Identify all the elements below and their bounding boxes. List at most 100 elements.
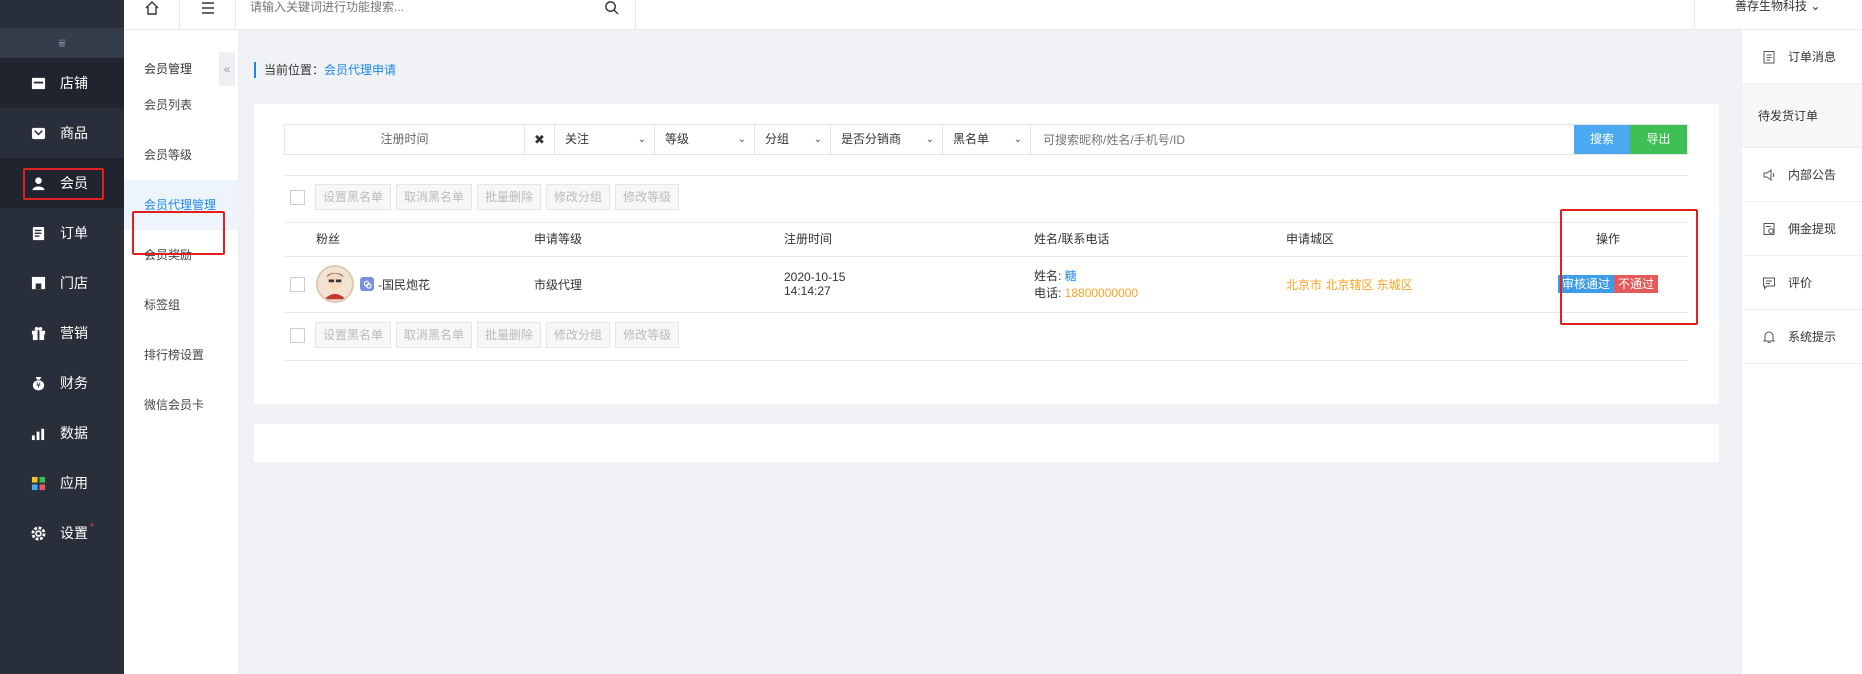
breadcrumb-current[interactable]: 会员代理申请	[324, 63, 396, 77]
wallet-icon	[1762, 222, 1776, 236]
keyword-search-input[interactable]	[1031, 125, 1574, 154]
change-group-button[interactable]: 修改分组	[546, 322, 611, 348]
goods-icon	[30, 125, 46, 141]
set-blacklist-button[interactable]: 设置黑名单	[315, 184, 392, 210]
submenu-fold-icon[interactable]: «	[219, 52, 235, 86]
cancel-blacklist-button[interactable]: 取消黑名单	[396, 184, 473, 210]
batch-delete-button[interactable]: 批量删除	[477, 184, 542, 210]
shop-icon	[30, 75, 46, 91]
hamburger-icon	[201, 2, 214, 14]
list-collapse-icon[interactable]: ⩸	[0, 28, 124, 58]
sidebar-item-store[interactable]: 门店	[0, 258, 124, 308]
member-submenu: 会员管理 « 会员列表 会员等级 会员代理管理 会员奖励 标签组 排行榜设置 微…	[124, 30, 239, 674]
distributor-select[interactable]: 是否分销商 ⌄	[831, 125, 943, 154]
bell-icon	[1762, 330, 1776, 344]
search-button[interactable]: 搜索	[1574, 125, 1630, 154]
change-level-button[interactable]: 修改等级	[615, 184, 680, 210]
gear-icon	[30, 525, 46, 541]
rp-order-messages[interactable]: 订单消息	[1742, 30, 1862, 84]
chart-icon	[30, 425, 46, 441]
chevron-down-icon: ⌄	[925, 134, 934, 145]
fan-cell: -国民炮花	[284, 265, 534, 303]
sidebar-item-shop[interactable]: 店铺	[0, 58, 124, 108]
breadcrumb: 当前位置：会员代理申请	[254, 62, 396, 78]
search-icon[interactable]	[604, 0, 619, 18]
batch-delete-button[interactable]: 批量删除	[477, 322, 542, 348]
row-checkbox[interactable]	[290, 276, 305, 292]
set-blacklist-button[interactable]: 设置黑名单	[315, 322, 392, 348]
follow-select-value: 关注	[565, 132, 590, 146]
sidebar-item-marketing[interactable]: 营销	[0, 308, 124, 358]
chevron-down-icon: ⌄	[1013, 134, 1022, 145]
group-select[interactable]: 分组 ⌄	[755, 125, 831, 154]
function-search-input[interactable]	[250, 0, 590, 14]
table-header: 粉丝 申请等级 注册时间 姓名/联系电话 申请城区 操作	[284, 222, 1688, 256]
chevron-down-icon: ⌄	[637, 134, 646, 145]
cancel-blacklist-button[interactable]: 取消黑名单	[396, 322, 473, 348]
phone-label: 电话:	[1034, 286, 1065, 300]
rp-label: 评价	[1788, 276, 1813, 290]
submenu-item-member-level[interactable]: 会员等级	[124, 130, 238, 180]
level-cell: 市级代理	[534, 277, 583, 292]
gift-icon	[30, 325, 46, 341]
export-button[interactable]: 导出	[1630, 125, 1687, 154]
sidebar-item-label: 数据	[60, 425, 88, 441]
rp-review[interactable]: 评价	[1742, 256, 1862, 310]
level-select-value: 等级	[665, 132, 690, 146]
follow-select[interactable]: 关注 ⌄	[555, 125, 655, 154]
clear-date-icon[interactable]: ✖	[525, 125, 555, 154]
register-date-picker[interactable]: 注册时间	[285, 125, 525, 154]
sidebar-item-settings[interactable]: 设置 *	[0, 508, 124, 558]
submenu-item-tag-group[interactable]: 标签组	[124, 280, 238, 330]
sidebar-item-label: 财务	[60, 375, 88, 391]
change-level-button[interactable]: 修改等级	[615, 322, 680, 348]
group-select-value: 分组	[765, 132, 790, 146]
sidebar-item-label: 营销	[60, 325, 88, 341]
rp-system-alerts[interactable]: 系统提示	[1742, 310, 1862, 364]
change-group-button[interactable]: 修改分组	[546, 184, 611, 210]
select-all-checkbox-bottom[interactable]	[290, 327, 305, 343]
menu-toggle-button[interactable]	[180, 0, 236, 30]
svg-text:¥: ¥	[36, 381, 41, 390]
blacklist-select[interactable]: 黑名单 ⌄	[943, 125, 1031, 154]
avatar[interactable]	[316, 265, 354, 303]
highlight-box-operation	[1560, 209, 1698, 325]
select-all-checkbox[interactable]	[290, 189, 305, 205]
name-phone-cell: 姓名: 糖 电话: 18800000000	[1034, 267, 1286, 301]
money-bag-icon: ¥	[30, 375, 46, 391]
breadcrumb-prefix: 当前位置：	[264, 63, 325, 77]
sidebar-item-goods[interactable]: 商品	[0, 108, 124, 158]
home-button[interactable]	[124, 0, 180, 30]
company-dropdown[interactable]: 善存生物科技 ⌄	[1694, 0, 1862, 30]
member-name[interactable]: 糖	[1065, 269, 1077, 283]
rp-internal-notice[interactable]: 内部公告	[1742, 148, 1862, 202]
rp-label: 订单消息	[1788, 50, 1837, 64]
member-phone: 18800000000	[1064, 286, 1139, 300]
name-label: 姓名:	[1034, 269, 1065, 283]
sidebar-item-finance[interactable]: ¥ 财务	[0, 358, 124, 408]
sidebar-item-label: 应用	[60, 475, 88, 491]
rp-pending-shipment[interactable]: 待发货订单	[1742, 84, 1862, 148]
sidebar-item-order[interactable]: 订单	[0, 208, 124, 258]
sidebar-item-data[interactable]: 数据	[0, 408, 124, 458]
sidebar-item-label: 订单	[60, 225, 88, 241]
rp-label: 佣金提现	[1788, 222, 1837, 236]
apps-icon	[30, 475, 46, 491]
level-select[interactable]: 等级 ⌄	[655, 125, 755, 154]
wechat-icon	[360, 277, 374, 291]
submenu-item-wechat-card[interactable]: 微信会员卡	[124, 380, 238, 430]
rp-commission-withdraw[interactable]: 佣金提现	[1742, 202, 1862, 256]
rp-label: 系统提示	[1788, 330, 1837, 344]
register-date: 2020-10-15	[784, 270, 846, 284]
th-name-phone: 姓名/联系电话	[1034, 232, 1110, 246]
submenu-item-member-list[interactable]: 会员列表	[124, 80, 238, 130]
bulk-action-bar-top: 设置黑名单 取消黑名单 批量删除 修改分组 修改等级	[284, 183, 684, 211]
comment-icon	[1762, 276, 1776, 290]
right-panel: 订单消息 待发货订单 内部公告 佣金提现 评价 系统提示	[1741, 30, 1862, 674]
sidebar-item-apps[interactable]: 应用	[0, 458, 124, 508]
speaker-icon	[1762, 168, 1776, 182]
submenu-item-ranking[interactable]: 排行榜设置	[124, 330, 238, 380]
sidebar-item-label: 商品	[60, 125, 88, 141]
home-icon	[145, 1, 158, 15]
th-register-time: 注册时间	[784, 232, 833, 246]
